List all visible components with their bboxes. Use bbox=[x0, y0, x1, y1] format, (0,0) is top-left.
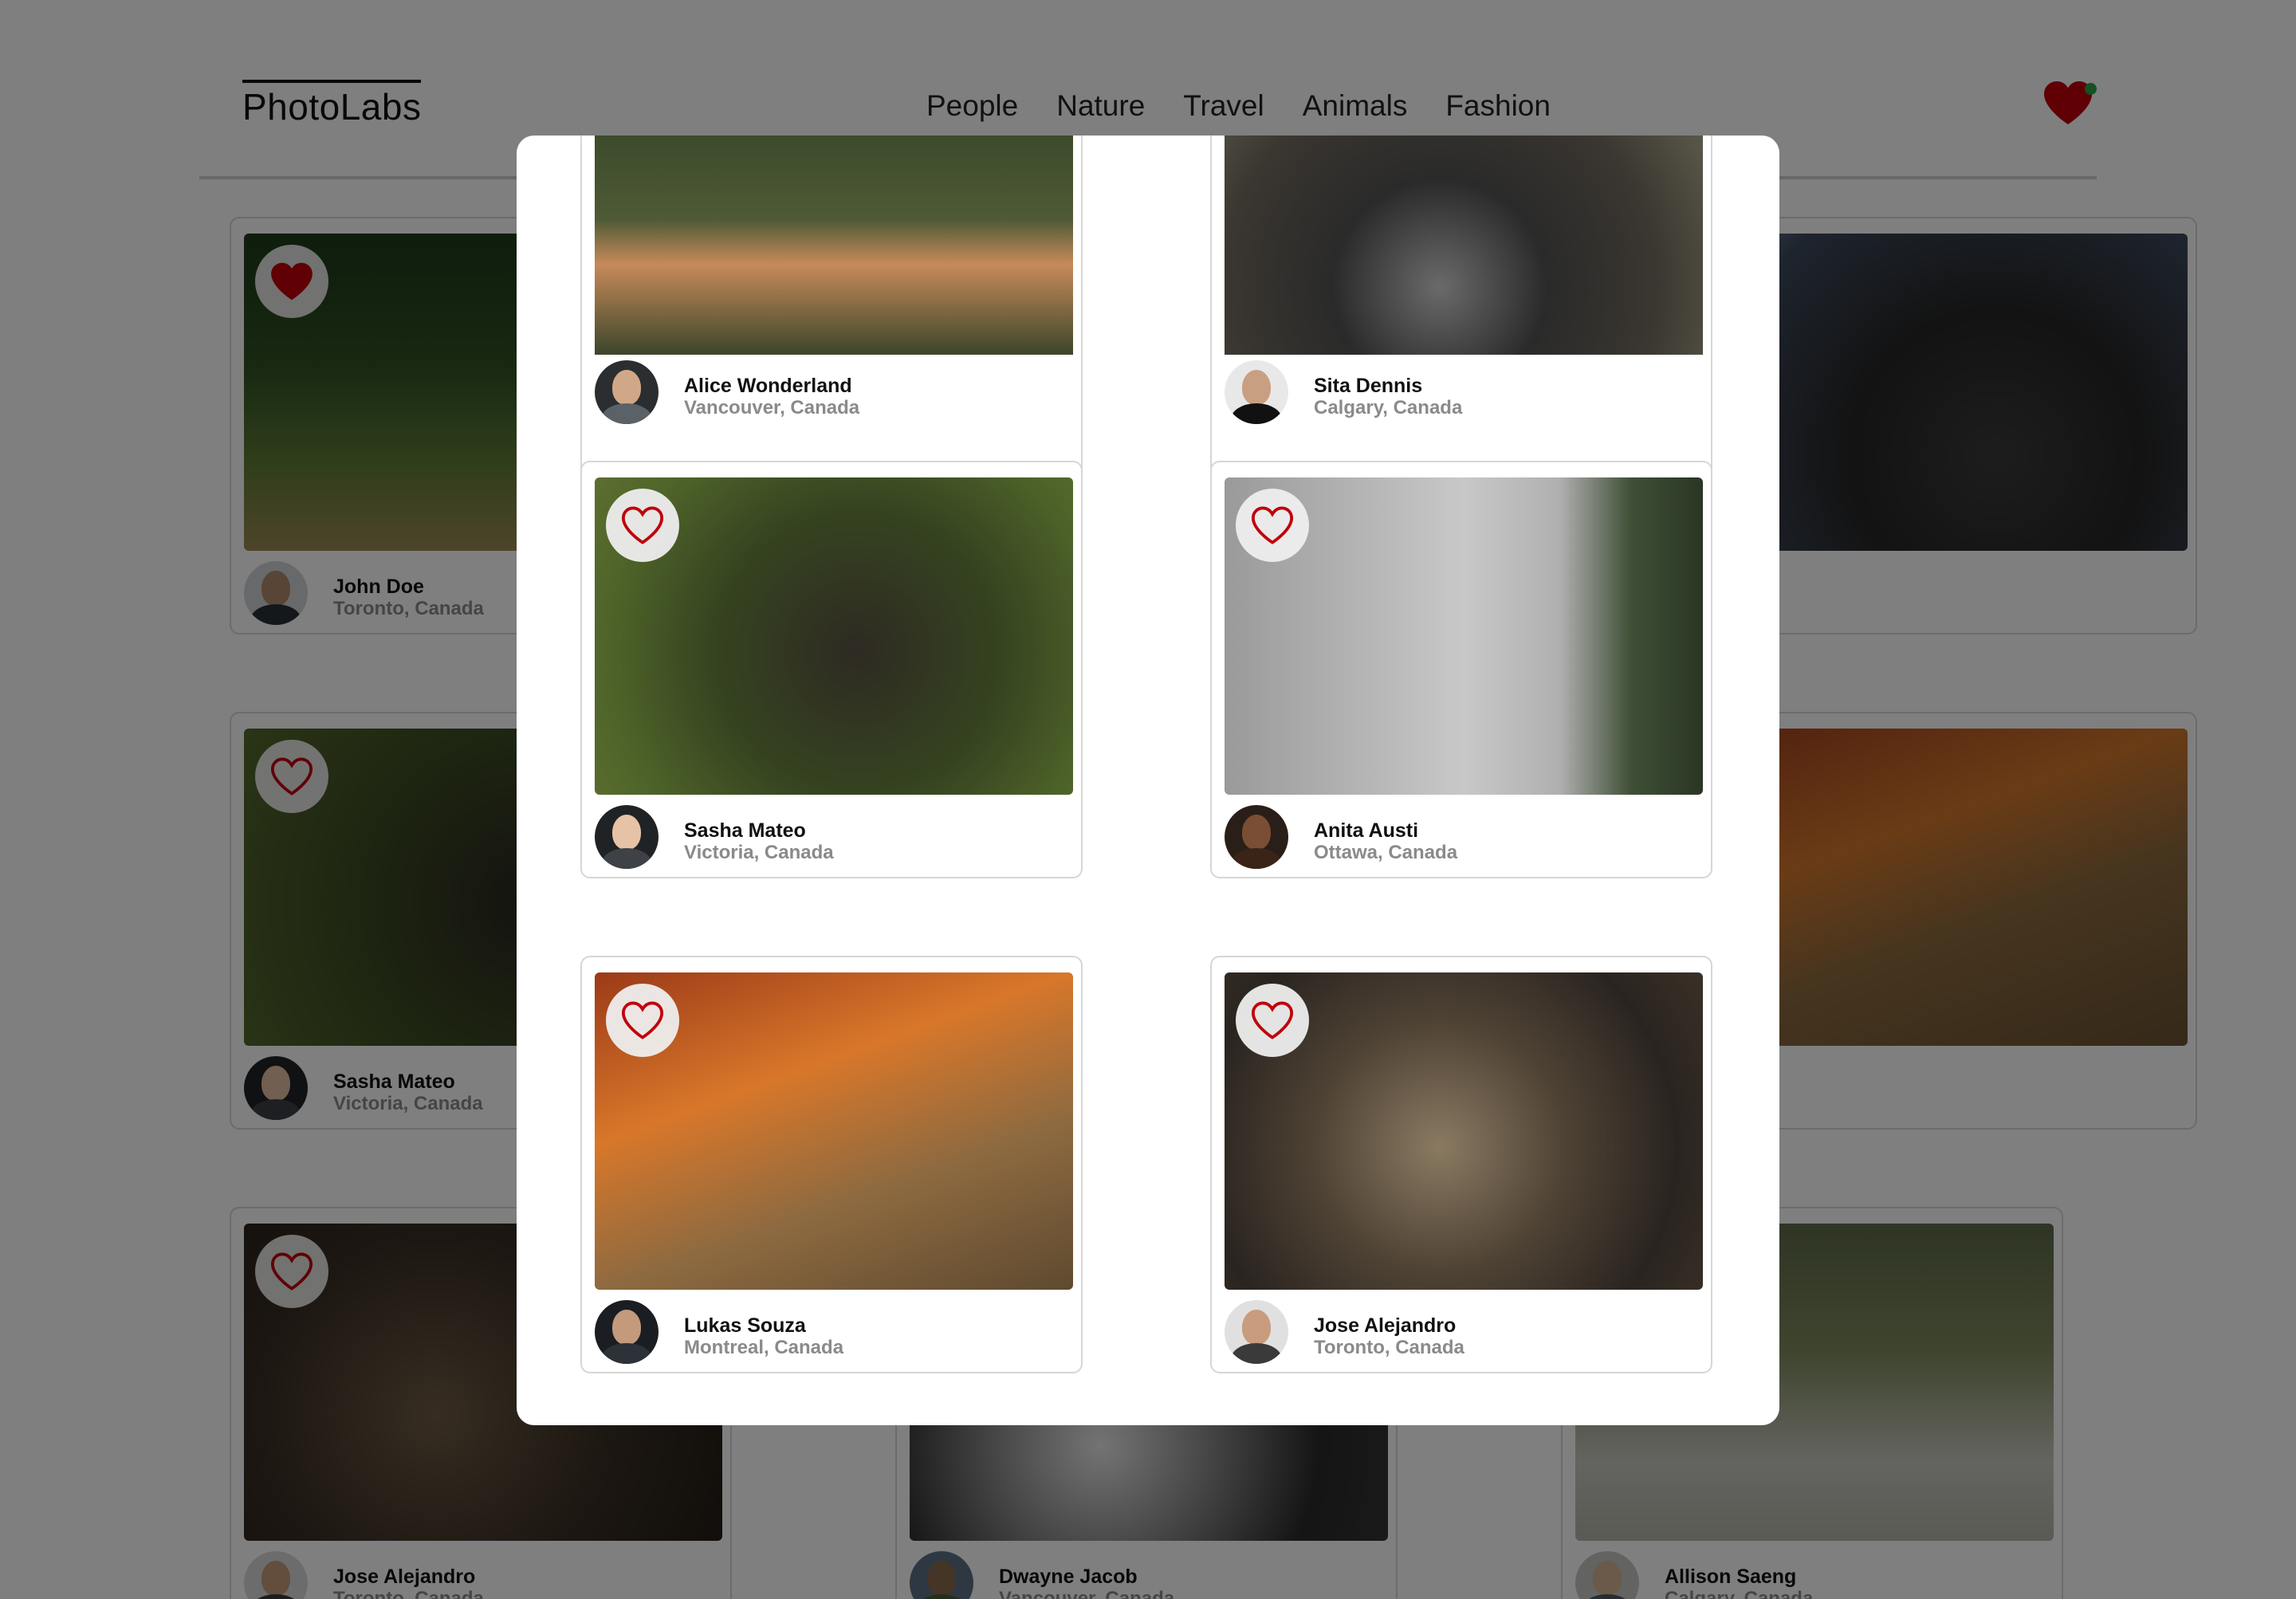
user-location: Victoria, Canada bbox=[684, 842, 834, 863]
user-location: Calgary, Canada bbox=[1314, 397, 1463, 418]
favorite-button[interactable] bbox=[1236, 489, 1309, 562]
photo-user-details: Anita Austi Ottawa, Canada bbox=[1225, 799, 1703, 870]
avatar bbox=[595, 1300, 659, 1364]
photo-image[interactable] bbox=[595, 136, 1073, 355]
photo-image[interactable] bbox=[1225, 477, 1703, 795]
photo-image[interactable] bbox=[1225, 972, 1703, 1290]
photo-image[interactable] bbox=[595, 477, 1073, 795]
photo-user-details: Alice Wonderland Vancouver, Canada bbox=[595, 354, 1073, 426]
user-name: Sasha Mateo bbox=[684, 819, 806, 842]
photo-image[interactable] bbox=[595, 972, 1073, 1290]
favorite-button[interactable] bbox=[606, 489, 679, 562]
similar-photo-card[interactable]: Sasha Mateo Victoria, Canada bbox=[580, 461, 1083, 878]
photo-details-modal: Alice Wonderland Vancouver, Canada Sita … bbox=[517, 136, 1779, 1425]
similar-photo-card[interactable]: Anita Austi Ottawa, Canada bbox=[1210, 461, 1712, 878]
similar-photo-card[interactable]: Alice Wonderland Vancouver, Canada bbox=[580, 136, 1083, 478]
similar-photo-card[interactable]: Sita Dennis Calgary, Canada bbox=[1210, 136, 1712, 478]
similar-photo-card[interactable]: Lukas Souza Montreal, Canada bbox=[580, 956, 1083, 1373]
avatar bbox=[1225, 805, 1288, 869]
photo-user-details: Sita Dennis Calgary, Canada bbox=[1225, 354, 1703, 426]
favorite-button[interactable] bbox=[1236, 984, 1309, 1057]
user-location: Ottawa, Canada bbox=[1314, 842, 1458, 863]
heart-outline-icon bbox=[621, 506, 664, 544]
user-name: Lukas Souza bbox=[684, 1314, 806, 1337]
user-name: Anita Austi bbox=[1314, 819, 1419, 842]
favorite-button[interactable] bbox=[606, 984, 679, 1057]
photo-user-details: Jose Alejandro Toronto, Canada bbox=[1225, 1294, 1703, 1365]
avatar bbox=[595, 805, 659, 869]
heart-outline-icon bbox=[1251, 1001, 1294, 1039]
photo-image[interactable] bbox=[1225, 136, 1703, 355]
similar-photo-card[interactable]: Jose Alejandro Toronto, Canada bbox=[1210, 956, 1712, 1373]
photo-user-details: Sasha Mateo Victoria, Canada bbox=[595, 799, 1073, 870]
user-name: Alice Wonderland bbox=[684, 375, 852, 397]
user-name: Sita Dennis bbox=[1314, 375, 1423, 397]
photo-user-details: Lukas Souza Montreal, Canada bbox=[595, 1294, 1073, 1365]
user-name: Jose Alejandro bbox=[1314, 1314, 1457, 1337]
avatar bbox=[1225, 1300, 1288, 1364]
heart-outline-icon bbox=[1251, 506, 1294, 544]
user-location: Montreal, Canada bbox=[684, 1337, 844, 1358]
avatar bbox=[595, 360, 659, 424]
user-location: Toronto, Canada bbox=[1314, 1337, 1464, 1358]
heart-outline-icon bbox=[621, 1001, 664, 1039]
user-location: Vancouver, Canada bbox=[684, 397, 860, 418]
avatar bbox=[1225, 360, 1288, 424]
